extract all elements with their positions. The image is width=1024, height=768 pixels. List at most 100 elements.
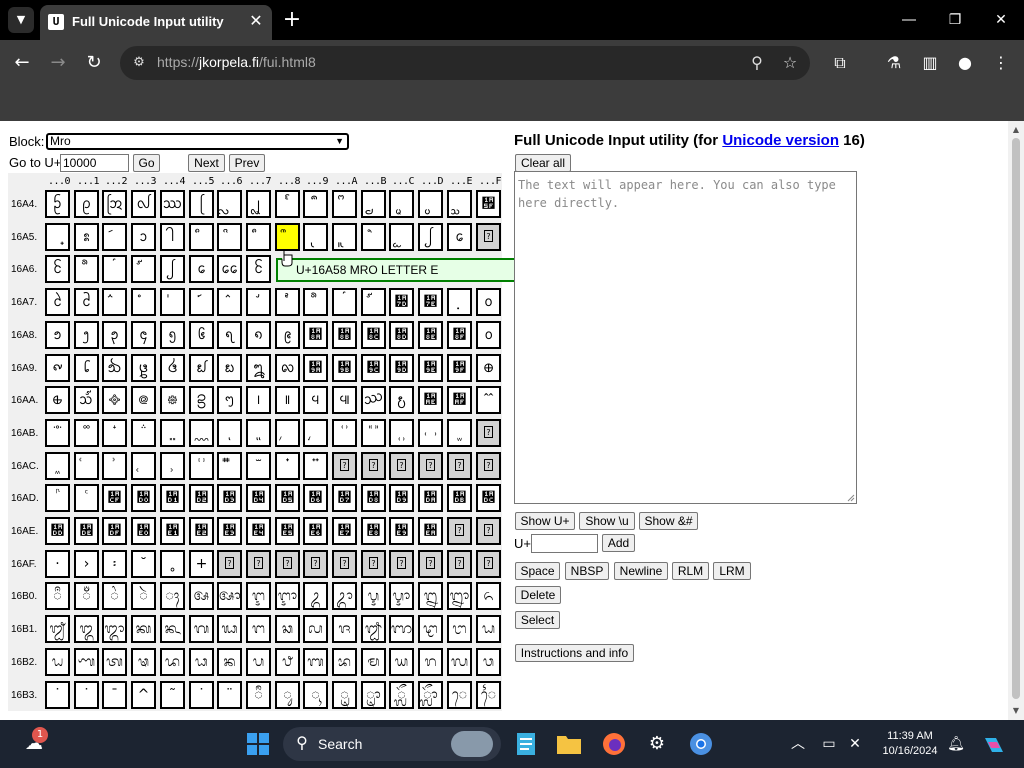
grid-cell[interactable]: ᩮ — [447, 223, 472, 251]
zoom-magnifier-icon[interactable]: ⚲ — [747, 53, 767, 73]
grid-cell[interactable]: ᪈ — [246, 321, 271, 349]
grid-cell[interactable]: ᬖ — [217, 615, 242, 643]
grid-cell[interactable]: ᬦ — [217, 648, 242, 676]
grid-cell[interactable]: ᩽ — [389, 288, 414, 316]
page-scrollbar[interactable]: ▲ ▼ — [1008, 121, 1024, 720]
next-button[interactable]: Next — [188, 154, 225, 172]
grid-cell[interactable]: ᫑ — [160, 484, 185, 512]
grid-cell[interactable]: ᬆ — [217, 582, 242, 610]
grid-cell[interactable]: ᩞ — [447, 190, 472, 218]
rlm-button[interactable]: RLM — [672, 562, 709, 580]
grid-cell[interactable]: ᫩ — [389, 517, 414, 545]
output-textarea[interactable]: The text will appear here. You can also … — [514, 171, 857, 504]
grid-cell[interactable]: ᩠ — [45, 223, 70, 251]
grid-cell[interactable]: ᩦ — [217, 223, 242, 251]
grid-cell[interactable]: ᫀ — [45, 452, 70, 480]
grid-cell[interactable]: ᬪ — [332, 648, 357, 676]
grid-cell[interactable]: ᪎ — [418, 321, 443, 349]
grid-cell[interactable]: ᪬ — [361, 386, 386, 414]
grid-cell[interactable]: ᩓ — [131, 190, 156, 218]
url-text[interactable]: https://jkorpela.fi/fui.html8 — [157, 54, 316, 70]
grid-cell[interactable]: ᫈ — [275, 452, 300, 480]
grid-cell[interactable]: ᪔ — [131, 354, 156, 382]
grid-cell[interactable]: ᬨ — [275, 648, 300, 676]
grid-cell[interactable]: ᫂ — [102, 452, 127, 480]
grid-cell[interactable]: ᬁ — [74, 582, 99, 610]
grid-cell[interactable]: ᪧ — [217, 386, 242, 414]
grid-cell[interactable]: ᫘ — [361, 484, 386, 512]
grid-cell[interactable]: ᬡ — [74, 648, 99, 676]
grid-cell-unassigned[interactable]: ? — [303, 550, 328, 578]
grid-cell[interactable]: ᩺ — [74, 255, 99, 283]
grid-cell[interactable]: ᬸ — [275, 681, 300, 709]
grid-cell[interactable]: ᫓ — [217, 484, 242, 512]
grid-cell[interactable]: ᪻ — [332, 419, 357, 447]
grid-cell[interactable]: ᪵ — [160, 419, 185, 447]
grid-cell[interactable]: ᫎ — [74, 484, 99, 512]
grid-cell[interactable]: ᩻ — [102, 255, 127, 283]
grid-cell[interactable]: ᪅ — [160, 321, 185, 349]
grid-cell[interactable]: ᫟ — [102, 517, 127, 545]
grid-cell[interactable]: ᬧ — [246, 648, 271, 676]
go-button[interactable]: Go — [133, 154, 160, 172]
grid-cell[interactable]: ᬌ — [389, 582, 414, 610]
grid-cell[interactable]: ᪫ — [332, 386, 357, 414]
back-arrow-icon[interactable]: ← — [10, 51, 34, 75]
grid-cell[interactable]: ᪞ — [418, 354, 443, 382]
grid-cell[interactable]: ᬠ — [45, 648, 70, 676]
notifications-bell-icon[interactable]: 🔔︎ — [946, 734, 966, 754]
nbsp-button[interactable]: NBSP — [565, 562, 609, 580]
grid-cell[interactable]: ᪂ — [74, 321, 99, 349]
grid-cell[interactable]: ᬔ — [160, 615, 185, 643]
lrm-button[interactable]: LRM — [713, 562, 751, 580]
grid-cell[interactable]: ᩮ — [189, 255, 214, 283]
restore-icon[interactable]: ❐ — [932, 0, 978, 40]
grid-cell[interactable]: ᫔ — [246, 484, 271, 512]
grid-cell[interactable]: ᩜ — [389, 190, 414, 218]
grid-cell[interactable]: ᪩ — [275, 386, 300, 414]
grid-cell[interactable]: ᫐ — [131, 484, 156, 512]
grid-cell[interactable]: ᪰ — [476, 386, 501, 414]
grid-cell[interactable]: ᫉ — [303, 452, 328, 480]
goto-codepoint-input[interactable]: 10000 — [60, 154, 129, 172]
grid-cell[interactable]: ᫢ — [189, 517, 214, 545]
grid-cell[interactable]: ᬟ — [476, 615, 501, 643]
grid-cell[interactable]: ᩖ — [217, 190, 242, 218]
grid-cell[interactable]: ᪁ — [45, 321, 70, 349]
network-icon[interactable]: ▭ — [819, 734, 839, 754]
grid-cell[interactable]: ᪌ — [361, 321, 386, 349]
grid-cell[interactable]: ᪳ — [102, 419, 127, 447]
grid-cell[interactable]: ˙ — [189, 681, 214, 709]
grid-cell[interactable]: ᩵ — [160, 288, 185, 316]
grid-cell[interactable]: ᪶ — [189, 419, 214, 447]
grid-cell[interactable]: ᫞ — [74, 517, 99, 545]
grid-cell[interactable]: ᬥ — [189, 648, 214, 676]
tab-close-icon[interactable]: ✕ — [247, 12, 265, 30]
grid-cell[interactable]: ᬎ — [447, 582, 472, 610]
unicode-version-link[interactable]: Unicode version — [722, 132, 839, 149]
grid-cell[interactable]: ᬋ — [361, 582, 386, 610]
grid-cell[interactable]: ᫁ — [74, 452, 99, 480]
grid-cell[interactable]: ᪱ — [45, 419, 70, 447]
grid-cell[interactable]: ᩲ — [74, 288, 99, 316]
grid-cell[interactable]: ᬘ — [275, 615, 300, 643]
grid-cell[interactable]: ᫍ — [45, 484, 70, 512]
grid-cell[interactable]: ˳ — [160, 550, 185, 578]
grid-cell[interactable]: ᩚ — [332, 190, 357, 218]
add-codepoint-input[interactable] — [531, 534, 598, 553]
grid-cell[interactable]: ᩷ — [217, 288, 242, 316]
grid-cell[interactable]: ᫤ — [246, 517, 271, 545]
grid-cell[interactable]: ᬺ — [332, 681, 357, 709]
grid-cell[interactable]: ᬅ — [189, 582, 214, 610]
grid-cell[interactable]: ᬐ — [45, 615, 70, 643]
grid-cell[interactable]: ᩤ — [160, 223, 185, 251]
file-explorer-icon[interactable] — [553, 728, 585, 760]
grid-cell[interactable]: ᪹ — [275, 419, 300, 447]
grid-cell[interactable]: ᪙ — [275, 354, 300, 382]
grid-cell[interactable]: ᬂ — [102, 582, 127, 610]
grid-cell[interactable]: ᪟ — [447, 354, 472, 382]
grid-cell[interactable]: ᩺ — [303, 288, 328, 316]
grid-cell[interactable]: ᩩ — [303, 223, 328, 251]
grid-cell[interactable]: ᩿ — [447, 288, 472, 316]
clear-all-button[interactable]: Clear all — [515, 154, 571, 172]
